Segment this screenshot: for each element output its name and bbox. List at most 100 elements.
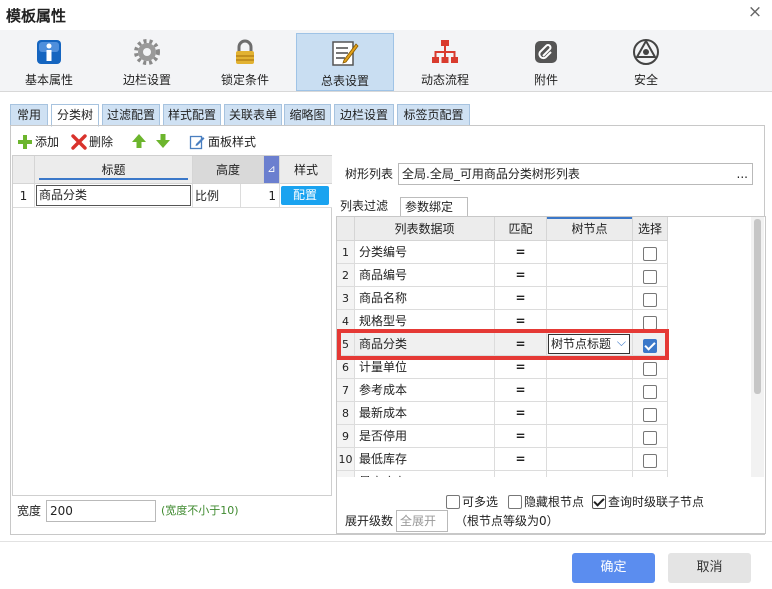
scrollbar[interactable]: [751, 217, 764, 477]
node-select[interactable]: 树节点标题 ⌵: [548, 334, 630, 354]
node-cell[interactable]: [547, 287, 633, 310]
row-number: 10: [337, 448, 355, 471]
item-cell: 是否停用: [355, 425, 495, 448]
title-input[interactable]: 商品分类: [36, 185, 191, 206]
select-cell: [633, 264, 668, 287]
query-child-label: 查询时级联子节点: [608, 495, 705, 509]
tab-3[interactable]: 样式配置: [163, 104, 221, 126]
toolbar-lock-button[interactable]: 锁定条件: [196, 33, 294, 91]
height-mode-cell[interactable]: 比例: [193, 184, 241, 208]
tree-list-field[interactable]: 全局.全局_可用商品分类树形列表 ...: [398, 163, 753, 185]
query-child-checkbox[interactable]: [592, 494, 607, 509]
tab-1[interactable]: 分类树: [51, 104, 99, 127]
row-select-checkbox[interactable]: [643, 270, 657, 284]
row-select-checkbox[interactable]: [643, 362, 657, 376]
match-cell[interactable]: =: [495, 264, 547, 287]
move-down-button[interactable]: [155, 133, 171, 149]
toolbar-security-button[interactable]: 安全: [597, 33, 695, 91]
node-cell[interactable]: [547, 310, 633, 333]
arrow-up-icon: [132, 134, 146, 148]
item-cell: 最高库存: [355, 471, 495, 477]
title-cell[interactable]: 商品分类: [35, 184, 193, 208]
tab-6[interactable]: 边栏设置: [334, 104, 394, 126]
tab-2[interactable]: 过滤配置: [102, 104, 160, 126]
delete-button[interactable]: 删除: [71, 133, 113, 150]
width-label: 宽度: [17, 504, 42, 518]
filter-grid: 列表数据项 匹配 树节点 选择 1 分类编号 = 2 商品编号 = 3 商品名称 = 4 规格型号 = 5 商品分…: [337, 217, 669, 477]
row-select-checkbox[interactable]: [643, 454, 657, 468]
node-cell[interactable]: [547, 471, 633, 477]
tab-list-filter[interactable]: 列表过滤: [336, 197, 397, 217]
delete-x-icon: [71, 133, 87, 150]
lock-icon: [230, 37, 260, 67]
row-select-checkbox[interactable]: [643, 316, 657, 330]
match-cell[interactable]: =: [495, 402, 547, 425]
row-select-checkbox[interactable]: [643, 293, 657, 307]
match-cell[interactable]: =: [495, 333, 547, 356]
toolbar-attachment-button[interactable]: 附件: [497, 33, 595, 91]
toolbar-flow-chart-button[interactable]: 动态流程: [396, 33, 494, 91]
match-cell[interactable]: =: [495, 356, 547, 379]
width-input[interactable]: 200: [46, 500, 156, 522]
row-select-checkbox[interactable]: [643, 408, 657, 422]
node-cell[interactable]: [547, 379, 633, 402]
node-cell[interactable]: [547, 241, 633, 264]
more-icon[interactable]: ...: [737, 164, 748, 184]
toolbar-label: 基本属性: [24, 73, 73, 87]
match-cell[interactable]: =: [495, 287, 547, 310]
row-select-checkbox[interactable]: [643, 339, 657, 353]
row-select-checkbox[interactable]: [643, 247, 657, 261]
tab-7[interactable]: 标签页配置: [397, 104, 470, 126]
select-cell: [633, 241, 668, 264]
expand-level-input[interactable]: 全展开: [396, 510, 448, 532]
match-cell[interactable]: =: [495, 310, 547, 333]
style-header: 样式: [280, 156, 332, 184]
match-cell[interactable]: =: [495, 379, 547, 402]
select-cell: [633, 425, 668, 448]
tree-list-value: 全局.全局_可用商品分类树形列表: [402, 167, 580, 181]
scrollbar-thumb[interactable]: [754, 219, 761, 394]
toolbar-gear-button[interactable]: 边栏设置: [98, 33, 196, 91]
node-cell[interactable]: [547, 356, 633, 379]
node-cell[interactable]: [547, 264, 633, 287]
toolbar-edit-table-button[interactable]: 总表设置: [296, 33, 394, 91]
add-button[interactable]: 添加: [17, 133, 59, 150]
match-cell[interactable]: =: [495, 241, 547, 264]
multi-select-checkbox[interactable]: [446, 494, 460, 509]
sort-icon[interactable]: ⊿: [264, 156, 280, 184]
panel-style-button[interactable]: 面板样式: [189, 133, 256, 150]
select-cell: [633, 402, 668, 425]
hide-root-checkbox[interactable]: [508, 494, 523, 509]
tab-5[interactable]: 缩略图: [284, 104, 331, 126]
match-cell[interactable]: =: [495, 425, 547, 448]
row-select-checkbox[interactable]: [643, 385, 657, 399]
security-icon: [631, 37, 661, 67]
item-cell: 规格型号: [355, 310, 495, 333]
row-number: 9: [337, 425, 355, 448]
node-cell[interactable]: [547, 448, 633, 471]
node-cell[interactable]: [547, 425, 633, 448]
close-icon[interactable]: ×: [747, 2, 763, 22]
toolbar-label: 安全: [633, 73, 658, 87]
tab-0[interactable]: 常用: [10, 104, 48, 126]
match-cell[interactable]: =: [495, 448, 547, 471]
height-value-cell[interactable]: 1: [241, 184, 280, 208]
width-hint: (宽度不小于10): [161, 504, 239, 517]
row-select-checkbox[interactable]: [643, 431, 657, 445]
config-button[interactable]: 配置: [281, 186, 329, 205]
chevron-down-icon[interactable]: ⌵: [617, 333, 626, 351]
num-header: [337, 217, 355, 241]
ok-button[interactable]: 确定: [572, 553, 655, 583]
toolbar-info-button[interactable]: 基本属性: [0, 33, 98, 91]
move-up-button[interactable]: [131, 133, 147, 149]
plus-icon: [18, 134, 32, 149]
style-cell: 配置: [280, 184, 332, 208]
match-cell[interactable]: =: [495, 471, 547, 477]
node-cell[interactable]: [547, 402, 633, 425]
sub-tab-bar: 列表过滤 参数绑定: [336, 197, 766, 217]
tab-param-bind[interactable]: 参数绑定: [400, 197, 468, 217]
tab-4[interactable]: 关联表单: [224, 104, 282, 126]
title-header: 标题: [35, 156, 193, 184]
node-cell[interactable]: 树节点标题 ⌵: [547, 333, 633, 356]
cancel-button[interactable]: 取消: [668, 553, 751, 583]
